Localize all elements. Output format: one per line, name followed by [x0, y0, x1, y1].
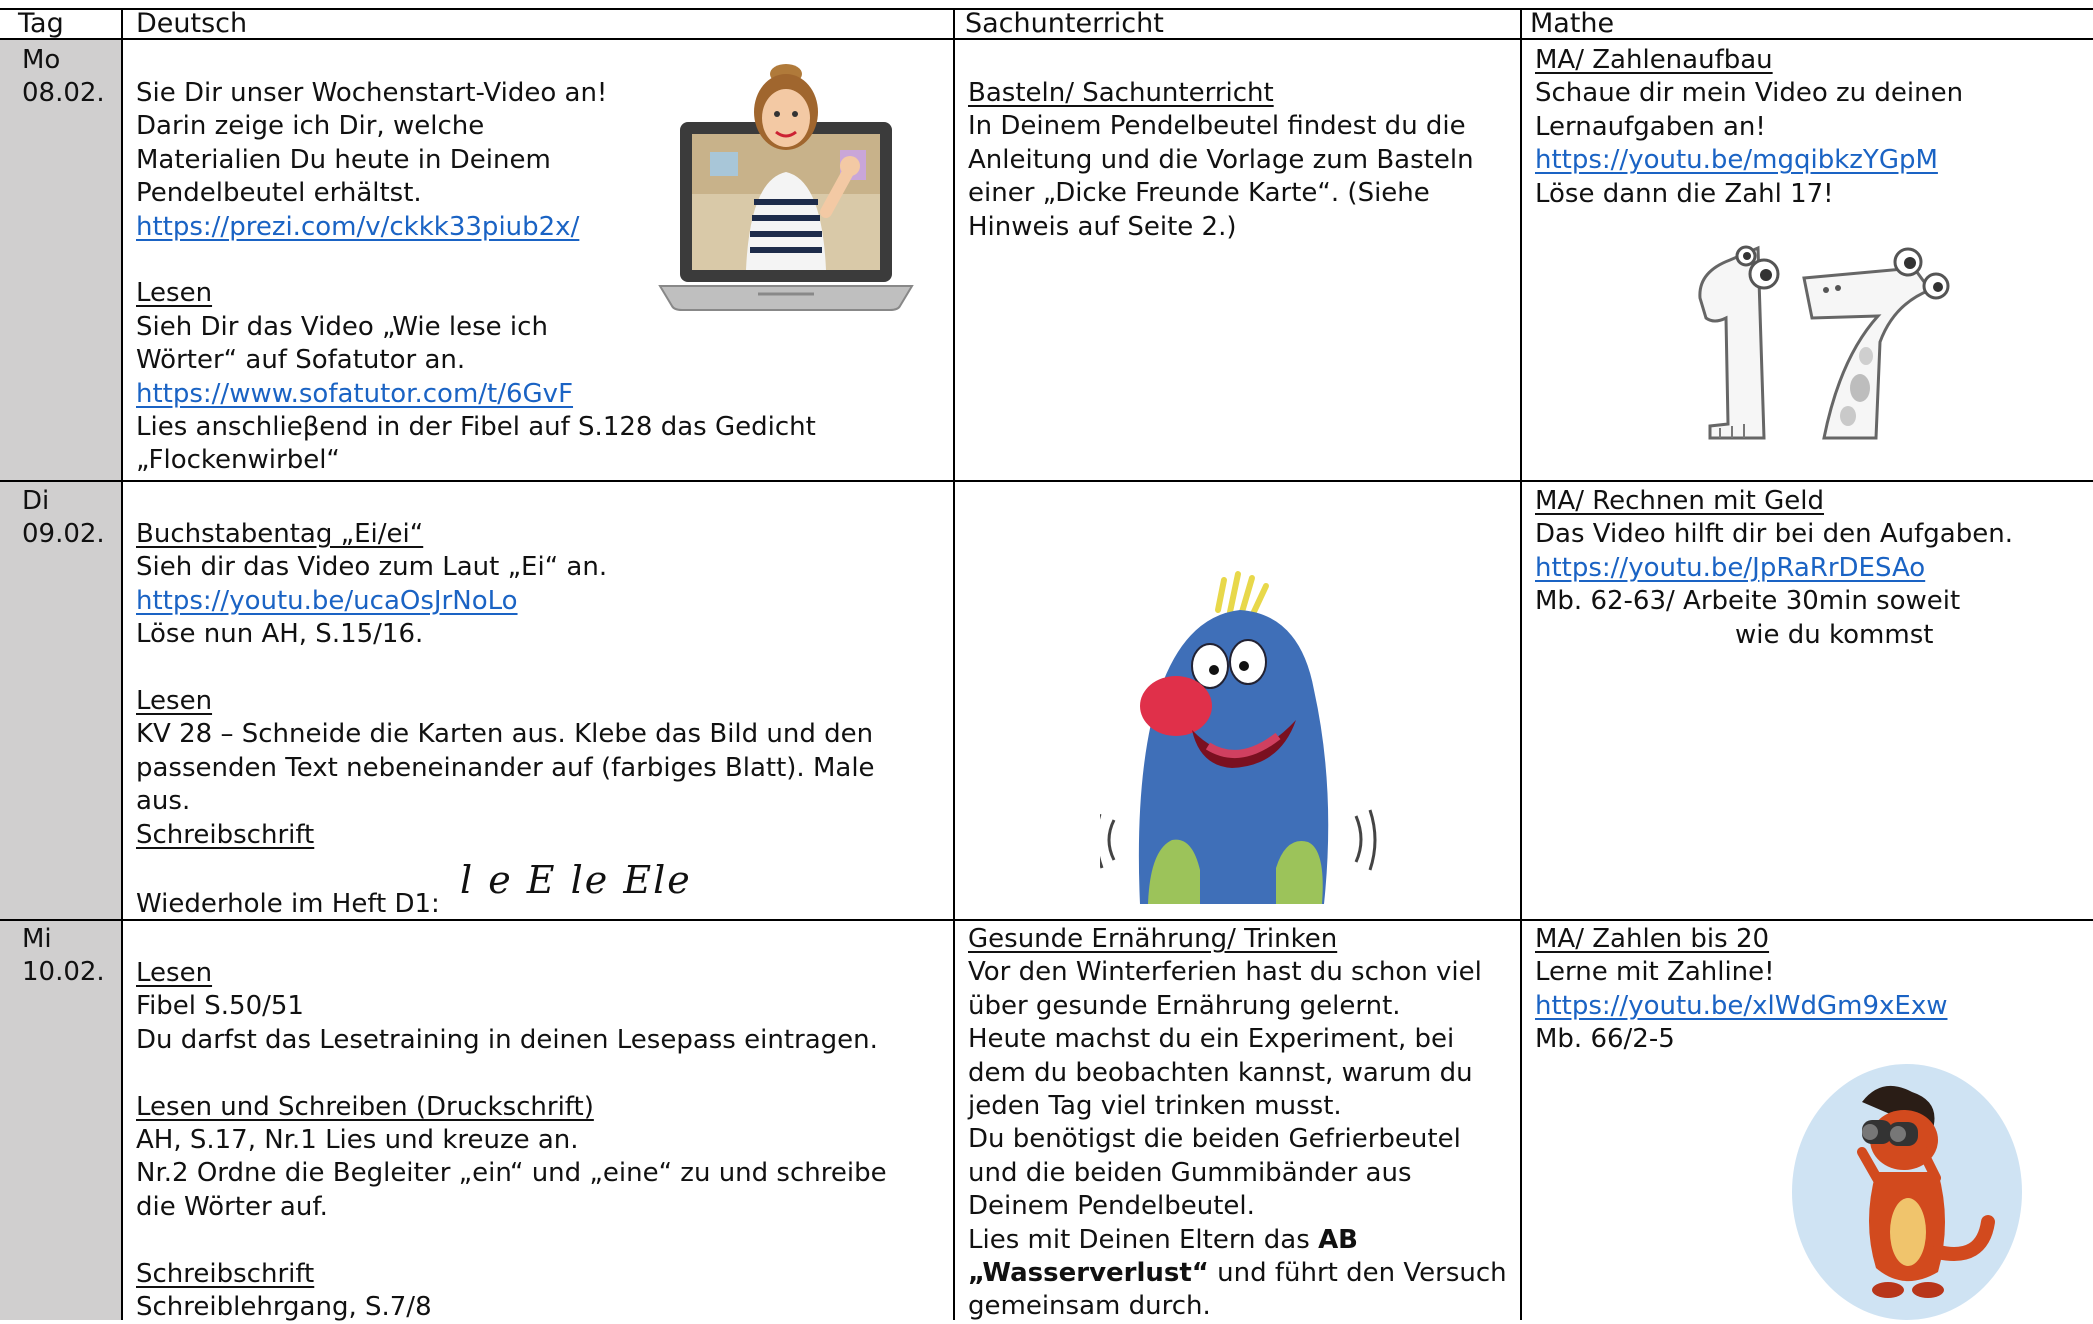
section-heading: Gesunde Ernährung/ Trinken	[968, 924, 1338, 954]
day-di: Di 09.02.	[22, 485, 105, 552]
section-heading: Lesen	[136, 958, 213, 988]
day-mo: Mo 08.02.	[22, 44, 105, 111]
col-divider-2	[953, 8, 955, 1320]
sach-mi: Gesunde Ernährung/ Trinken Vor den Winte…	[968, 924, 1507, 1322]
deutsch-di-script-line: Wiederhole im Heft D1:	[136, 889, 440, 919]
deutsch-mi: Lesen Fibel S.50/51 Du darfst das Lesetr…	[136, 958, 887, 1323]
date-label: 10.02.	[22, 957, 105, 988]
section-heading: MA/ Rechnen mit Geld	[1535, 486, 1825, 516]
day-mi: Mi 10.02.	[22, 923, 105, 990]
youtube-link-zahline[interactable]: https://youtu.be/xlWdGm9xExw	[1535, 990, 1947, 1023]
section-heading: Schreibschrift	[136, 1258, 315, 1289]
day-label: Mi	[22, 924, 52, 954]
header-sachunterricht: Sachunterricht	[965, 8, 1164, 39]
mathe-mo: MA/ Zahlenaufbau Schaue dir mein Video z…	[1535, 45, 1964, 209]
laptop-teacher-image	[658, 64, 914, 311]
blue-monster-illustration	[1100, 571, 1377, 904]
row-divider-header	[0, 38, 2093, 40]
date-label: 09.02.	[22, 519, 105, 550]
col-divider-1	[121, 8, 123, 1320]
section-heading: Buchstabentag „Ei/ei“	[136, 519, 424, 549]
section-heading: MA/ Zahlenaufbau	[1535, 45, 1773, 75]
deutsch-di: Buchstabentag „Ei/ei“ Sieh dir das Video…	[136, 518, 875, 852]
weekly-plan-table: Tag Deutsch Sachunterricht Mathe Mo 08.0…	[0, 0, 2093, 1322]
section-heading: Lesen	[136, 686, 213, 717]
sofatutor-link[interactable]: https://www.sofatutor.com/t/6GvF	[136, 378, 816, 411]
header-deutsch: Deutsch	[136, 8, 248, 39]
section-heading: Basteln/ Sachunterricht	[968, 78, 1274, 108]
row-divider-mo	[0, 480, 2093, 482]
day-label: Mo	[22, 45, 61, 75]
day-column-background	[0, 38, 123, 1320]
day-label: Di	[22, 486, 50, 516]
mathe-di: MA/ Rechnen mit Geld Das Video hilft dir…	[1535, 486, 2013, 650]
cursive-letters: l e E le Ele	[460, 858, 692, 902]
section-heading: MA/ Zahlen bis 20	[1535, 924, 1770, 954]
date-label: 08.02.	[22, 78, 105, 109]
header-mathe: Mathe	[1530, 8, 1615, 39]
section-heading: Schreibschrift	[136, 819, 315, 850]
header-tag: Tag	[18, 8, 64, 39]
mathe-mi: MA/ Zahlen bis 20 Lerne mit Zahline! htt…	[1535, 924, 1948, 1055]
col-divider-3	[1520, 8, 1522, 1320]
youtube-link-zahlenaufbau[interactable]: https://youtu.be/mgqibkzYGpM	[1535, 144, 1963, 177]
youtube-link-ei[interactable]: https://youtu.be/ucaOsJrNoLo	[136, 585, 875, 618]
number-17-illustration	[1698, 245, 1950, 440]
section-heading: Lesen und Schreiben (Druckschrift)	[136, 1091, 594, 1122]
table-border-top	[0, 8, 2093, 10]
zahline-dragon-illustration	[1792, 1064, 2022, 1320]
sach-mo: Basteln/ Sachunterricht In Deinem Pendel…	[968, 78, 1474, 242]
youtube-link-geld[interactable]: https://youtu.be/JpRaRrDESAo	[1535, 552, 2013, 585]
